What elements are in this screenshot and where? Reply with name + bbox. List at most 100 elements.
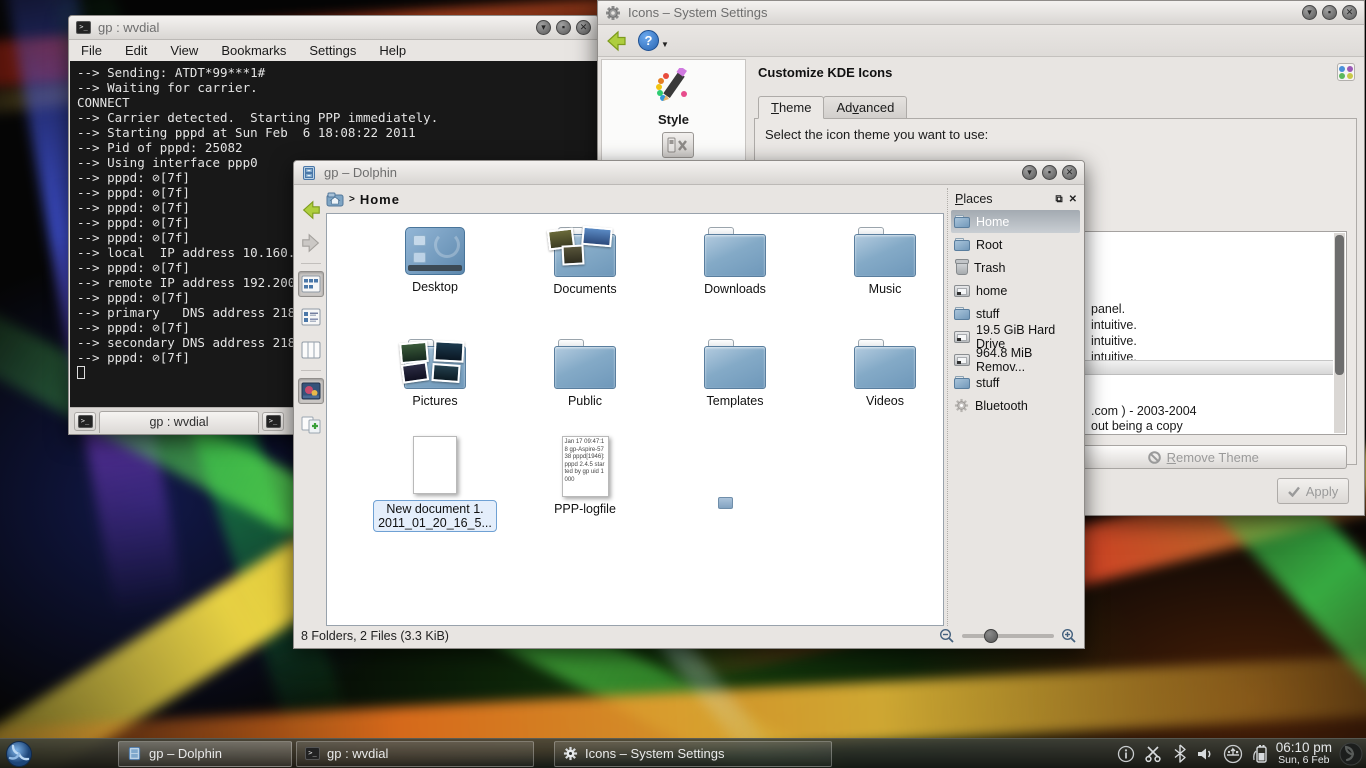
info-tray-icon[interactable] xyxy=(1117,745,1135,763)
app-launcher-icon[interactable] xyxy=(4,740,34,768)
dolphin-titlebar[interactable]: gp – Dolphin xyxy=(294,161,1084,185)
task-dolphin[interactable]: gp – Dolphin xyxy=(118,741,292,767)
zoom-out-icon[interactable] xyxy=(939,628,955,644)
close-button[interactable] xyxy=(1062,165,1077,180)
folder-item-templates[interactable]: Templates xyxy=(660,339,810,408)
maximize-button[interactable] xyxy=(556,20,571,35)
folder-item-music[interactable]: Music xyxy=(810,227,960,296)
icons-view-button[interactable] xyxy=(298,271,324,297)
zoom-slider[interactable] xyxy=(962,634,1054,638)
workspace-tools-icon[interactable] xyxy=(662,132,694,158)
task-wvdial[interactable]: gp : wvdial xyxy=(296,741,534,767)
menu-item[interactable]: View xyxy=(170,43,198,58)
places-item-bluetooth[interactable]: Bluetooth xyxy=(951,394,1080,417)
terminal-icon xyxy=(78,415,93,428)
back-button[interactable] xyxy=(298,197,324,223)
menu-item[interactable]: Help xyxy=(379,43,406,58)
places-item-stuff2[interactable]: stuff xyxy=(951,371,1080,394)
dolphin-file-view[interactable]: Desktop Documents Downloads Music xyxy=(326,213,944,626)
digital-clock[interactable]: 06:10 pm Sun, 6 Feb xyxy=(1276,741,1332,767)
gear-icon xyxy=(954,398,969,413)
battery-tray-icon[interactable] xyxy=(1252,744,1270,764)
close-panel-icon[interactable]: ✕ xyxy=(1069,194,1077,205)
apply-button[interactable]: Apply xyxy=(1277,478,1349,504)
status-text: 8 Folders, 2 Files (3.3 KiB) xyxy=(301,629,449,643)
photo-thumbnail xyxy=(431,363,460,383)
maximize-button[interactable] xyxy=(1042,165,1057,180)
new-tab-button[interactable] xyxy=(74,412,96,431)
terminal-tab[interactable]: gp : wvdial xyxy=(99,411,259,433)
back-arrow-icon[interactable] xyxy=(604,29,628,53)
zoom-in-icon[interactable] xyxy=(1061,628,1077,644)
clock-date: Sun, 6 Feb xyxy=(1276,754,1332,767)
photo-thumbnail xyxy=(561,244,584,265)
tab-theme[interactable]: Theme xyxy=(758,96,824,119)
bluetooth-tray-icon[interactable] xyxy=(1173,744,1187,763)
places-item-root[interactable]: Root xyxy=(951,233,1080,256)
photo-thumbnail xyxy=(581,226,613,248)
folder-item-pictures[interactable]: Pictures xyxy=(360,339,510,408)
remove-theme-button[interactable]: Remove Theme xyxy=(1060,445,1348,469)
photo-thumbnail xyxy=(401,361,429,383)
panel-cashew-icon[interactable] xyxy=(1338,741,1364,767)
dolphin-window: gp – Dolphin > Home xyxy=(293,160,1085,649)
forward-button[interactable] xyxy=(298,230,324,256)
places-header: Places ⧉ ✕ xyxy=(951,188,1080,210)
terminal-line: CONNECT xyxy=(77,95,590,110)
item-label: Videos xyxy=(866,394,904,408)
split-view-button[interactable] xyxy=(298,411,324,437)
minimize-button[interactable] xyxy=(1022,165,1037,180)
places-item-home-partition[interactable]: home xyxy=(951,279,1080,302)
terminal-line: --> Sending: ATDT*99***1# xyxy=(77,65,590,80)
places-item-trash[interactable]: Trash xyxy=(951,256,1080,279)
usb-device-tray-icon[interactable] xyxy=(1223,744,1243,764)
swirl-decoration xyxy=(434,232,460,258)
folder-item-public[interactable]: Public xyxy=(510,339,660,408)
sidebar-item-style[interactable]: Style xyxy=(602,60,745,127)
folder-body xyxy=(704,234,766,277)
task-system-settings[interactable]: Icons – System Settings xyxy=(554,741,832,767)
file-item-ppp-logfile[interactable]: Jan 17 09:47:18 gp-Aspire-5738 pppd[1946… xyxy=(510,436,660,516)
float-panel-icon[interactable]: ⧉ xyxy=(1055,194,1062,205)
places-item-home[interactable]: Home xyxy=(951,210,1080,233)
volume-tray-icon[interactable] xyxy=(1196,746,1214,762)
settings-titlebar[interactable]: Icons – System Settings xyxy=(598,1,1364,25)
konsole-titlebar[interactable]: gp : wvdial xyxy=(69,16,598,40)
folder-body xyxy=(554,346,616,389)
scrollbar-thumb[interactable] xyxy=(1335,235,1344,375)
close-button[interactable] xyxy=(1342,5,1357,20)
clipboard-scissors-icon[interactable] xyxy=(1144,745,1164,763)
konsole-icon xyxy=(76,21,91,34)
minimize-button[interactable] xyxy=(536,20,551,35)
theme-list-text: intuitive. xyxy=(1091,318,1137,332)
style-pencil-icon xyxy=(654,68,694,108)
preview-toggle-button[interactable] xyxy=(298,378,324,404)
close-button[interactable] xyxy=(576,20,591,35)
folder-item-downloads[interactable]: Downloads xyxy=(660,227,810,296)
menu-item[interactable]: File xyxy=(81,43,102,58)
tab-advanced[interactable]: Advanced xyxy=(823,96,907,119)
file-item-new-document[interactable]: New document 1. 2011_01_20_16_5... xyxy=(360,436,510,532)
list-scrollbar[interactable] xyxy=(1334,233,1345,433)
breadcrumb-location: Home xyxy=(360,192,400,207)
icons-view-icon xyxy=(301,274,321,294)
menu-item[interactable]: Settings xyxy=(309,43,356,58)
folder-icon xyxy=(854,339,916,389)
zoom-slider-handle[interactable] xyxy=(984,629,998,643)
menu-item[interactable]: Bookmarks xyxy=(221,43,286,58)
maximize-button[interactable] xyxy=(1322,5,1337,20)
minimize-button[interactable] xyxy=(1302,5,1317,20)
breadcrumb[interactable]: > Home xyxy=(326,188,400,211)
item-label: Documents xyxy=(553,282,616,296)
columns-view-button[interactable] xyxy=(298,337,324,363)
folder-item-videos[interactable]: Videos xyxy=(810,339,960,408)
help-button[interactable]: ? ▼ xyxy=(638,30,669,51)
details-view-button[interactable] xyxy=(298,304,324,330)
folder-item-desktop[interactable]: Desktop xyxy=(360,227,510,294)
menu-item[interactable]: Edit xyxy=(125,43,147,58)
folder-item-documents[interactable]: Documents xyxy=(510,227,660,296)
places-item-removable[interactable]: 964.8 MiB Remov... xyxy=(951,348,1080,371)
tab-list-button[interactable] xyxy=(262,412,284,431)
settings-tabs: Theme Advanced xyxy=(758,96,907,119)
toolbar-separator xyxy=(301,263,321,264)
